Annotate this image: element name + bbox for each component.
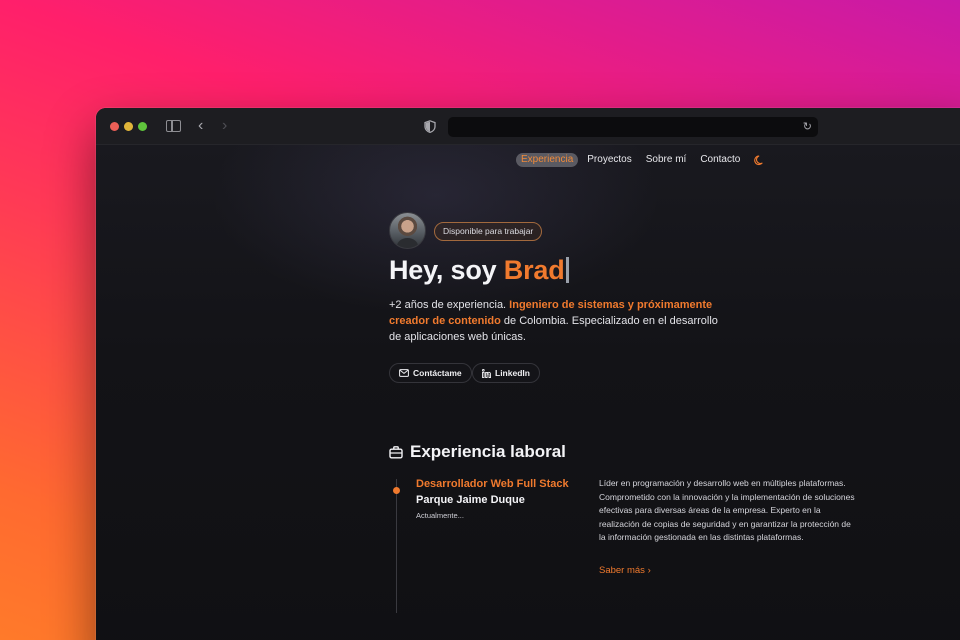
minimize-window-button[interactable] xyxy=(124,122,133,131)
linkedin-icon xyxy=(482,368,491,378)
forward-icon[interactable]: › xyxy=(222,118,227,134)
zoom-window-button[interactable] xyxy=(138,122,147,131)
portfolio-page: Experiencia Proyectos Sobre mí Contacto … xyxy=(96,145,960,640)
nav-contacto[interactable]: Contacto xyxy=(700,153,740,167)
nav-experiencia[interactable]: Experiencia xyxy=(516,153,579,167)
briefcase-icon xyxy=(389,445,403,459)
job-company: Parque Jaime Duque xyxy=(416,494,525,506)
job-period: Actualmente... xyxy=(416,511,464,520)
avatar xyxy=(389,212,426,249)
nav-sobre-mi[interactable]: Sobre mí xyxy=(646,153,687,167)
close-window-button[interactable] xyxy=(110,122,119,131)
top-navigation: Experiencia Proyectos Sobre mí Contacto xyxy=(516,153,765,167)
sidebar-icon[interactable] xyxy=(166,120,181,132)
typing-caret xyxy=(566,257,570,283)
hero-intro: +2 años de experiencia. Ingeniero de sis… xyxy=(389,297,719,345)
timeline-line xyxy=(396,479,397,613)
nav-proyectos[interactable]: Proyectos xyxy=(587,153,631,167)
job-title: Desarrollador Web Full Stack xyxy=(416,478,569,490)
browser-toolbar: ‹ › ↻ xyxy=(96,108,960,145)
saber-mas-label: Saber más xyxy=(599,565,645,576)
intro-text-1: +2 años de experiencia. xyxy=(389,299,510,311)
experience-heading: Experiencia laboral xyxy=(389,442,566,462)
moon-icon[interactable] xyxy=(754,155,765,166)
linkedin-button[interactable]: LinkedIn xyxy=(472,363,540,383)
timeline-dot xyxy=(393,487,400,494)
address-bar[interactable]: ↻ xyxy=(448,117,818,137)
saber-mas-link[interactable]: Saber más › xyxy=(599,565,651,576)
job-description: Líder en programación y desarrollo web e… xyxy=(599,478,855,543)
contact-button-label: Contáctame xyxy=(413,368,462,378)
back-icon[interactable]: ‹ xyxy=(198,118,203,134)
reload-icon[interactable]: ↻ xyxy=(803,120,812,134)
hero-title-prefix: Hey, soy xyxy=(389,255,504,285)
linkedin-button-label: LinkedIn xyxy=(495,368,530,378)
availability-badge: Disponible para trabajar xyxy=(434,222,543,241)
browser-window: ‹ › ↻ Experiencia Proyectos Sobre mí Con… xyxy=(96,108,960,640)
hero-title: Hey, soy Brad xyxy=(389,255,570,286)
chevron-right-icon: › xyxy=(647,565,651,576)
mail-icon xyxy=(399,369,409,377)
shield-icon[interactable] xyxy=(424,120,436,133)
hero-title-name: Brad xyxy=(503,255,565,285)
contact-button[interactable]: Contáctame xyxy=(389,363,472,383)
experience-heading-text: Experiencia laboral xyxy=(410,442,566,461)
